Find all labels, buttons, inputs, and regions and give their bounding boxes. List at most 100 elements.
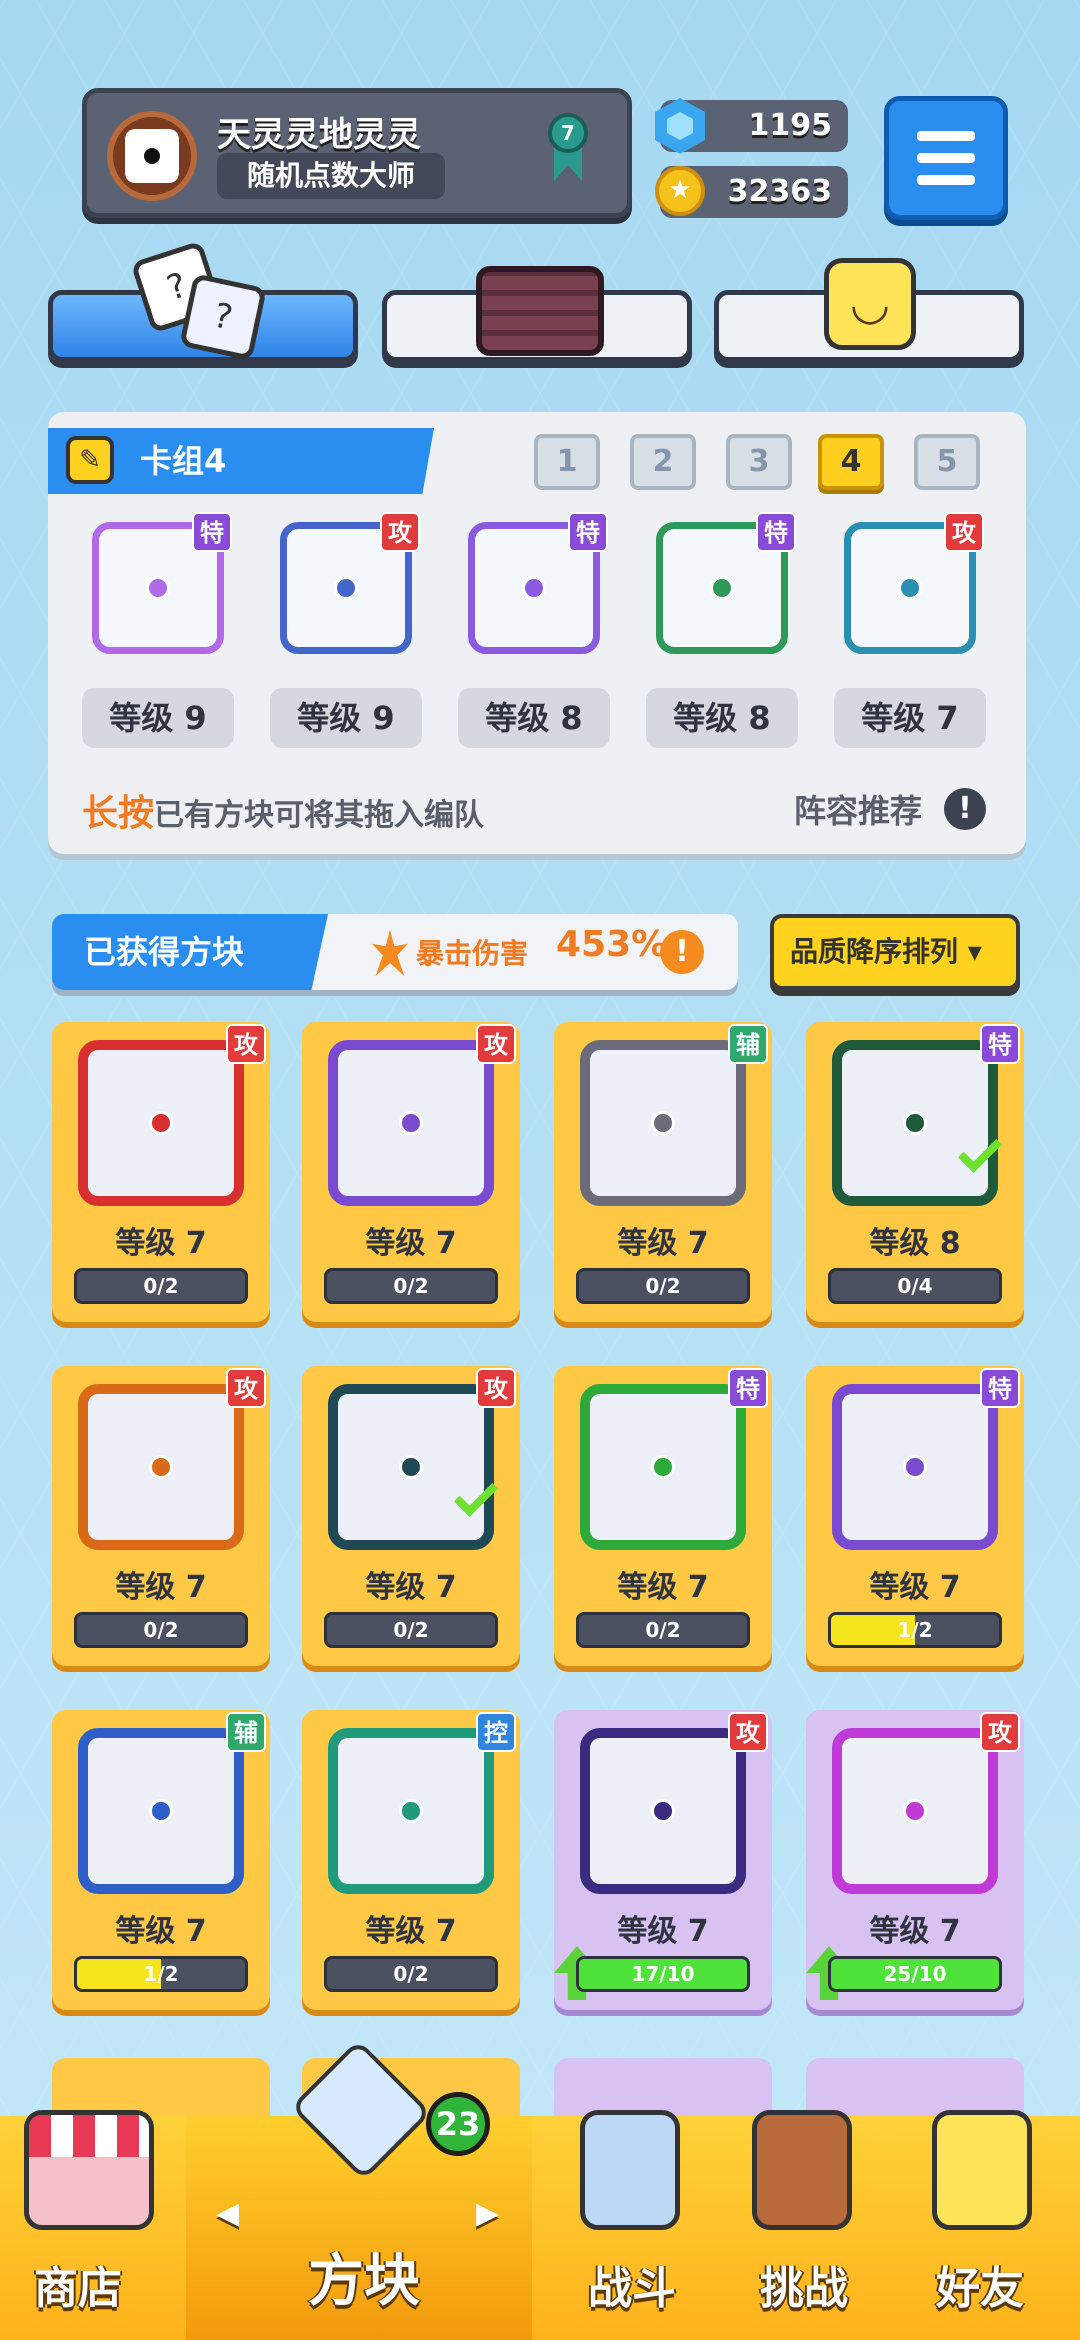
- nav-friends[interactable]: 好友: [936, 2252, 1024, 2316]
- deck-slot-level: 等级 8: [458, 688, 610, 748]
- deck-number-3[interactable]: 3: [726, 434, 792, 490]
- dice-icon: [125, 129, 179, 183]
- type-badge: 特: [568, 512, 608, 552]
- pip-dot: [334, 576, 358, 600]
- block-card[interactable]: 特 等级 7 1/2: [806, 1366, 1024, 1666]
- progress-text: 0/2: [393, 1618, 429, 1642]
- card-level: 等级 7: [365, 1570, 457, 1605]
- card-level: 等级 7: [115, 1914, 207, 1949]
- pip-dot: [903, 1455, 927, 1479]
- deck-slot[interactable]: 特: [454, 508, 614, 668]
- nav-blocks[interactable]: 方块: [308, 2236, 420, 2317]
- deck-slot[interactable]: 特: [642, 508, 802, 668]
- edit-pencil-icon[interactable]: ✎: [66, 436, 114, 484]
- lineup-recommend-link[interactable]: 阵容推荐: [794, 786, 922, 832]
- block-card[interactable]: 特 等级 8 0/4: [806, 1022, 1024, 1322]
- card-level: 等级 7: [617, 1226, 709, 1261]
- deck-slot[interactable]: 攻: [266, 508, 426, 668]
- next-arrow-icon[interactable]: ▶: [476, 2196, 499, 2231]
- type-badge: 攻: [728, 1712, 768, 1752]
- deck-slot-level: 等级 9: [270, 688, 422, 748]
- deck-number-1[interactable]: 1: [534, 434, 600, 490]
- deck-slot[interactable]: 攻: [830, 508, 990, 668]
- type-badge: 特: [728, 1368, 768, 1408]
- challenge-tower-icon[interactable]: [752, 2110, 852, 2230]
- type-badge: 攻: [476, 1368, 516, 1408]
- block-card[interactable]: 辅 等级 7 0/2: [554, 1022, 772, 1322]
- nav-battle[interactable]: 战斗: [588, 2252, 676, 2316]
- progress-text: 0/2: [143, 1618, 179, 1642]
- block-frame: [832, 1040, 998, 1206]
- hint-emphasis: 长按: [82, 793, 155, 834]
- player-name: 天灵灵地灵灵: [217, 115, 421, 155]
- player-title: 随机点数大师: [217, 153, 445, 199]
- owned-label: 已获得方块: [52, 914, 328, 990]
- block-card[interactable]: 攻 等级 7 0/2: [52, 1022, 270, 1322]
- block-frame: [328, 1384, 494, 1550]
- type-badge: 攻: [226, 1024, 266, 1064]
- nav-shop[interactable]: 商店: [34, 2252, 122, 2316]
- pip-dot: [149, 1799, 173, 1823]
- pip-dot: [399, 1455, 423, 1479]
- hint-text: 已有方块可将其拖入编队: [154, 798, 485, 833]
- crit-info-icon[interactable]: !: [660, 930, 704, 974]
- menu-button[interactable]: [884, 96, 1008, 220]
- pip-dot: [898, 576, 922, 600]
- deck-number-2[interactable]: 2: [630, 434, 696, 490]
- deck-number-5[interactable]: 5: [914, 434, 980, 490]
- block-frame: [78, 1728, 244, 1894]
- progress-bar: 17/10: [576, 1956, 750, 1992]
- block-frame: [580, 1040, 746, 1206]
- rank-badge: 7: [542, 113, 594, 183]
- new-count-badge: 23: [426, 2092, 490, 2156]
- progress-text: 0/2: [393, 1274, 429, 1298]
- crit-label: 暴击伤害: [416, 937, 529, 970]
- type-badge: 攻: [476, 1024, 516, 1064]
- progress-text: 0/2: [143, 1274, 179, 1298]
- prev-arrow-icon[interactable]: ◀: [216, 2196, 239, 2231]
- player-profile-card[interactable]: 天灵灵地灵灵 随机点数大师 7: [82, 88, 632, 218]
- progress-bar: 0/2: [576, 1268, 750, 1304]
- nav-challenge[interactable]: 挑战: [760, 2252, 848, 2316]
- type-badge: 特: [756, 512, 796, 552]
- progress-text: 1/2: [897, 1618, 933, 1642]
- block-card[interactable]: 攻 等级 7 0/2: [52, 1366, 270, 1666]
- progress-text: 0/2: [393, 1962, 429, 1986]
- pip-dot: [399, 1799, 423, 1823]
- deck-slot[interactable]: 特: [78, 508, 238, 668]
- card-level: 等级 8: [869, 1226, 961, 1261]
- progress-text: 0/2: [645, 1274, 681, 1298]
- pip-dot: [522, 576, 546, 600]
- block-card[interactable]: 攻 等级 7 25/10: [806, 1710, 1024, 2010]
- pip-dot: [710, 576, 734, 600]
- block-card[interactable]: 攻 等级 7 0/2: [302, 1022, 520, 1322]
- deck-slot-level: 等级 7: [834, 688, 986, 748]
- sort-dropdown[interactable]: 品质降序排列 ▾: [770, 914, 1020, 990]
- info-icon[interactable]: !: [944, 788, 986, 830]
- type-badge: 特: [192, 512, 232, 552]
- pip-dot: [651, 1111, 675, 1135]
- type-badge: 攻: [944, 512, 984, 552]
- shop-icon[interactable]: [24, 2110, 154, 2230]
- block-card[interactable]: 攻 等级 7 17/10: [554, 1710, 772, 2010]
- progress-bar: 0/2: [324, 1612, 498, 1648]
- deck-number-4[interactable]: 4: [818, 434, 884, 490]
- progress-text: 25/10: [883, 1962, 947, 1986]
- pip-dot: [903, 1111, 927, 1135]
- dice-pair-icon: ? ?: [130, 240, 267, 361]
- card-level: 等级 7: [365, 1914, 457, 1949]
- type-badge: 辅: [226, 1712, 266, 1752]
- block-card[interactable]: 特 等级 7 0/2: [554, 1366, 772, 1666]
- block-card[interactable]: 辅 等级 7 1/2: [52, 1710, 270, 2010]
- type-badge: 攻: [226, 1368, 266, 1408]
- block-card[interactable]: 控 等级 7 0/2: [302, 1710, 520, 2010]
- board-icon: [476, 266, 604, 356]
- card-level: 等级 7: [115, 1570, 207, 1605]
- type-badge: 特: [980, 1024, 1020, 1064]
- battle-shield-icon[interactable]: [580, 2110, 680, 2230]
- friends-icon[interactable]: [932, 2110, 1032, 2230]
- coin-icon: ★: [655, 166, 705, 216]
- progress-bar: 25/10: [828, 1956, 1002, 1992]
- block-card[interactable]: 攻 等级 7 0/2: [302, 1366, 520, 1666]
- deck-slot-level: 等级 8: [646, 688, 798, 748]
